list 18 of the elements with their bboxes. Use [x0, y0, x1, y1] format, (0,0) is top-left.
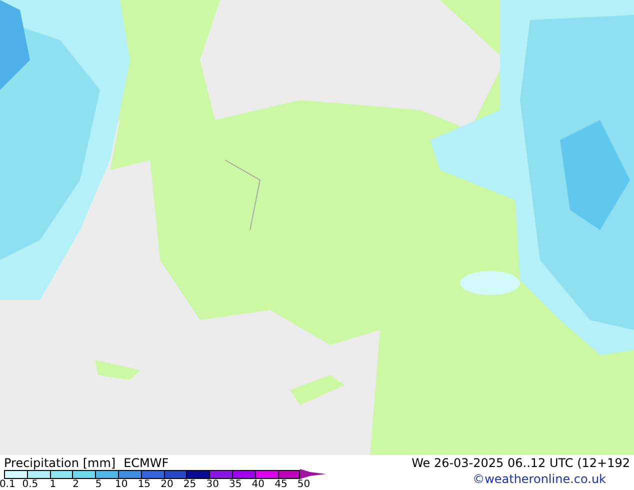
legend-tick-label: 35: [228, 480, 243, 490]
legend-tick-label: 45: [274, 480, 288, 490]
legend-tick-label: 10: [114, 480, 129, 490]
legend-tick-label: 25: [182, 480, 198, 490]
legend-tick-label: 1: [48, 480, 58, 490]
legend-tick-label: 2: [72, 480, 80, 490]
legend-tick-label: 0.5: [21, 480, 40, 490]
legend-title: Precipitation [mm]: [4, 457, 116, 469]
legend-tick-label: 0.1: [0, 480, 16, 490]
legend-tick-label: 5: [94, 480, 103, 490]
model-name: ECMWF: [124, 457, 169, 469]
legend-tick-label: 20: [160, 480, 174, 490]
legend-tick-label: 15: [136, 480, 152, 490]
legend-tick-label: 50: [296, 480, 312, 490]
legend-tick-label: 30: [205, 480, 220, 490]
credit-link[interactable]: ©weatheronline.co.uk: [472, 473, 606, 485]
valid-time: We 26-03-2025 06..12 UTC (12+192: [412, 457, 630, 469]
legend-tick-label: 40: [250, 480, 266, 490]
